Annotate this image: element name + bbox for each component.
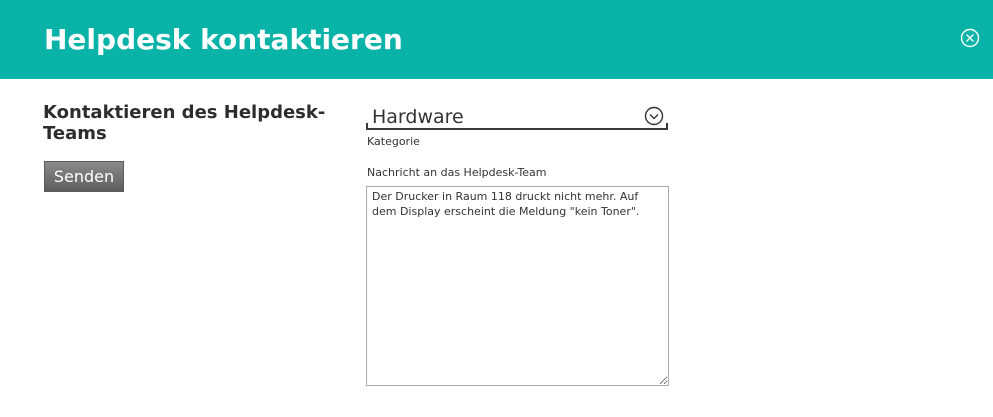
section-heading: Kontaktieren des Helpdesk-Teams [43, 102, 326, 144]
close-icon [960, 28, 980, 48]
message-label: Nachricht an das Helpdesk-Team [367, 166, 547, 179]
close-button[interactable] [960, 28, 980, 48]
category-select-value: Hardware [372, 106, 464, 128]
send-button[interactable]: Senden [44, 161, 124, 192]
chevron-down-icon[interactable] [644, 106, 664, 126]
dialog-header: Helpdesk kontaktieren [0, 0, 993, 79]
category-label: Kategorie [367, 135, 420, 148]
message-textarea[interactable]: Der Drucker in Raum 118 druckt nicht meh… [366, 186, 669, 386]
dialog-title: Helpdesk kontaktieren [44, 23, 403, 56]
category-select[interactable]: Hardware [366, 100, 668, 130]
